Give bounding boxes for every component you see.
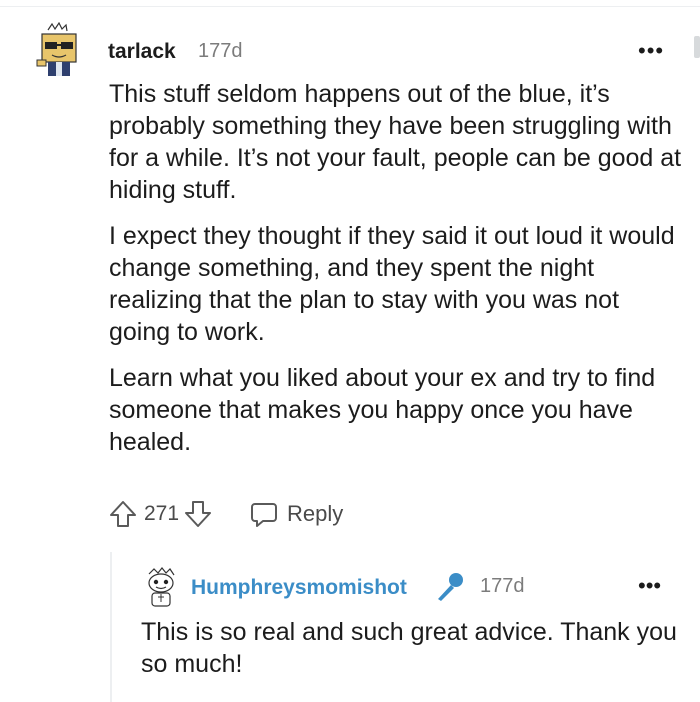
avatar[interactable] xyxy=(34,22,84,78)
comment-paragraph: This stuff seldom happens out of the blu… xyxy=(109,80,682,204)
comment-paragraph: Learn what you liked about your ex and t… xyxy=(109,364,656,456)
microphone-icon xyxy=(438,573,463,601)
scrollbar-thumb[interactable] xyxy=(694,36,700,58)
comment-paragraph: I expect they thought if they said it ou… xyxy=(109,222,675,346)
vote-score: 271 xyxy=(144,502,180,525)
downvote-icon[interactable] xyxy=(183,497,213,531)
more-icon[interactable]: ••• xyxy=(638,573,661,599)
top-divider xyxy=(0,6,700,7)
comment-bubble-icon xyxy=(251,503,278,527)
more-icon[interactable]: ••• xyxy=(638,38,664,64)
comment-actions: 271 Reply xyxy=(108,494,343,534)
reply-body: This is so real and such great advice. T… xyxy=(141,618,677,678)
avatar[interactable] xyxy=(143,566,179,610)
comment-body: This stuff seldom happens out of the blu… xyxy=(109,78,684,472)
reply-button[interactable]: Reply xyxy=(249,499,343,529)
reply-author[interactable]: Humphreysmomishot xyxy=(191,576,407,600)
thread-line[interactable] xyxy=(110,552,112,702)
reply-timestamp[interactable]: 177d xyxy=(480,575,525,598)
reply-label: Reply xyxy=(287,501,344,526)
comment-author[interactable]: tarlack xyxy=(108,40,176,64)
upvote-icon[interactable] xyxy=(108,497,138,531)
comment-timestamp[interactable]: 177d xyxy=(198,40,243,63)
